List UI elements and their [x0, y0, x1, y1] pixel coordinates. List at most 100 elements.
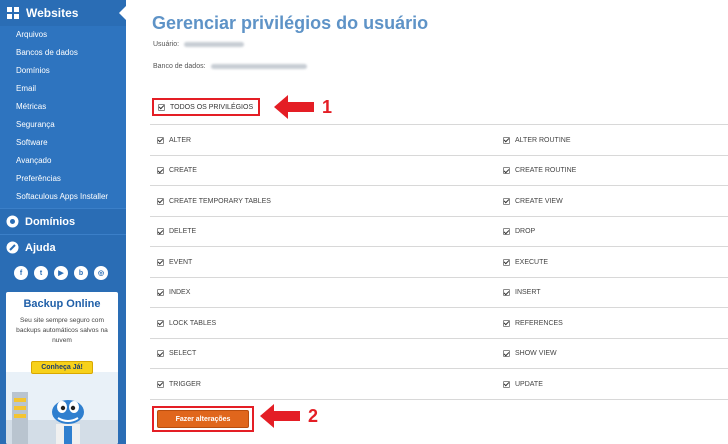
sidebar-section-ajuda[interactable]: Ajuda — [0, 234, 126, 260]
sidebar-menu: Arquivos Bancos de dados Domínios Email … — [0, 26, 126, 208]
main-content: Gerenciar privilégios do usuário Usuário… — [126, 0, 728, 444]
sidebar-item-software[interactable]: Software — [0, 134, 126, 152]
database-info: Banco de dados: — [153, 63, 307, 70]
backup-promo[interactable]: Backup Online Seu site sempre seguro com… — [6, 292, 118, 444]
blog-icon[interactable]: b — [74, 266, 88, 280]
privilege-row: CREATE CREATE ROUTINE — [150, 156, 728, 186]
privilege-label: LOCK TABLES — [169, 319, 217, 327]
checkbox-checked[interactable] — [503, 228, 510, 235]
sidebar: Websites Arquivos Bancos de dados Domíni… — [0, 0, 126, 444]
instagram-icon[interactable]: ◎ — [94, 266, 108, 280]
facebook-icon[interactable]: f — [14, 266, 28, 280]
step-number: 1 — [322, 96, 333, 117]
privilege-label: SHOW VIEW — [515, 350, 557, 357]
privilege-alter[interactable]: ALTER — [157, 125, 191, 155]
privilege-label: SELECT — [169, 350, 197, 357]
privilege-index[interactable]: INDEX — [157, 278, 190, 308]
checkbox-checked[interactable] — [158, 103, 165, 111]
checkbox-checked[interactable] — [503, 136, 510, 144]
privilege-row: LOCK TABLES REFERENCES — [150, 308, 728, 339]
checkbox-checked[interactable] — [157, 197, 164, 205]
promo-title: Backup Online — [23, 298, 101, 310]
user-label: Usuário: — [153, 41, 180, 48]
checkbox-checked[interactable] — [157, 289, 164, 296]
privilege-alter-routine[interactable]: ALTER ROUTINE — [503, 125, 571, 155]
privilege-create-temporary-tables[interactable]: CREATE TEMPORARY TABLES — [157, 186, 271, 216]
privilege-lock-tables[interactable]: LOCK TABLES — [157, 308, 216, 338]
sidebar-section-dominios-label: Domínios — [25, 215, 76, 228]
checkbox-checked[interactable] — [503, 197, 510, 205]
sidebar-item-bancos-de-dados[interactable]: Bancos de dados — [0, 44, 126, 62]
privilege-label: CREATE — [169, 167, 197, 174]
checkbox-checked[interactable] — [503, 289, 510, 296]
all-privileges-label: TODOS OS PRIVILÉGIOS — [170, 103, 254, 111]
privilege-execute[interactable]: EXECUTE — [503, 247, 548, 277]
sidebar-section-websites[interactable]: Websites — [0, 0, 126, 26]
help-icon — [6, 241, 19, 254]
sidebar-item-arquivos[interactable]: Arquivos — [0, 26, 126, 44]
sidebar-item-seguranca[interactable]: Segurança — [0, 116, 126, 134]
sidebar-section-title: Websites — [26, 6, 79, 20]
mascot-illustration — [6, 372, 118, 444]
privilege-row: SELECT SHOW VIEW — [150, 339, 728, 369]
sidebar-section-dominios[interactable]: Domínios — [0, 208, 126, 234]
privilege-event[interactable]: EVENT — [157, 247, 192, 277]
checkbox-checked[interactable] — [157, 136, 164, 144]
left-arrow-icon — [260, 404, 300, 428]
privilege-trigger[interactable]: TRIGGER — [157, 369, 201, 399]
annotation-step-2: 2 — [260, 404, 318, 428]
checkbox-checked[interactable] — [503, 380, 510, 388]
promo-text: Seu site sempre seguro com backups autom… — [16, 317, 108, 344]
save-changes-button[interactable]: Fazer alterações — [157, 410, 249, 428]
checkbox-checked[interactable] — [503, 319, 510, 327]
sidebar-item-email[interactable]: Email — [0, 80, 126, 98]
sidebar-item-softaculous[interactable]: Softaculous Apps Installer — [0, 188, 126, 208]
user-info: Usuário: — [153, 41, 245, 48]
privilege-label: DROP — [515, 228, 536, 235]
sidebar-item-dominios[interactable]: Domínios — [0, 62, 126, 80]
privilege-select[interactable]: SELECT — [157, 339, 196, 369]
checkbox-checked[interactable] — [503, 350, 510, 357]
submit-highlight: Fazer alterações — [152, 406, 254, 432]
privilege-update[interactable]: UPDATE — [503, 369, 543, 399]
privilege-create-view[interactable]: CREATE VIEW — [503, 186, 563, 216]
page-title: Gerenciar privilégios do usuário — [152, 13, 429, 33]
privilege-show-view[interactable]: SHOW VIEW — [503, 339, 557, 369]
privilege-insert[interactable]: INSERT — [503, 278, 541, 308]
privilege-label: EVENT — [169, 258, 193, 266]
privilege-row: INDEX INSERT — [150, 278, 728, 308]
checkbox-checked[interactable] — [157, 258, 164, 266]
checkbox-checked[interactable] — [503, 258, 510, 266]
checkbox-checked[interactable] — [157, 380, 164, 388]
left-arrow-icon — [274, 95, 314, 119]
privilege-create[interactable]: CREATE — [157, 156, 197, 186]
promo-cta-button[interactable]: Conheça Já! — [31, 361, 93, 374]
all-privileges-checkbox[interactable]: TODOS OS PRIVILÉGIOS — [152, 98, 260, 116]
twitter-icon[interactable]: t — [34, 266, 48, 280]
privilege-label: UPDATE — [515, 380, 543, 388]
checkbox-checked[interactable] — [157, 228, 164, 235]
privilege-label: DELETE — [169, 228, 197, 235]
social-links: f t ▶ b ◎ — [0, 260, 126, 286]
checkbox-checked[interactable] — [157, 350, 164, 357]
checkbox-checked[interactable] — [157, 319, 164, 327]
sidebar-item-metricas[interactable]: Métricas — [0, 98, 126, 116]
privilege-drop[interactable]: DROP — [503, 217, 535, 247]
privilege-delete[interactable]: DELETE — [157, 217, 196, 247]
privilege-label: CREATE TEMPORARY TABLES — [169, 197, 271, 205]
privilege-row: DELETE DROP — [150, 217, 728, 247]
sidebar-item-avancado[interactable]: Avançado — [0, 152, 126, 170]
privilege-row: CREATE TEMPORARY TABLES CREATE VIEW — [150, 186, 728, 217]
privilege-label: INDEX — [169, 289, 191, 296]
privilege-label: TRIGGER — [169, 380, 201, 388]
privilege-label: CREATE VIEW — [515, 197, 563, 205]
checkbox-checked[interactable] — [157, 167, 164, 174]
sidebar-item-preferencias[interactable]: Preferências — [0, 170, 126, 188]
youtube-icon[interactable]: ▶ — [54, 266, 68, 280]
privilege-row: TRIGGER UPDATE — [150, 369, 728, 400]
checkbox-checked[interactable] — [503, 167, 510, 174]
grid-icon — [6, 6, 20, 20]
privilege-references[interactable]: REFERENCES — [503, 308, 563, 338]
step-number: 2 — [308, 405, 319, 426]
privilege-create-routine[interactable]: CREATE ROUTINE — [503, 156, 576, 186]
